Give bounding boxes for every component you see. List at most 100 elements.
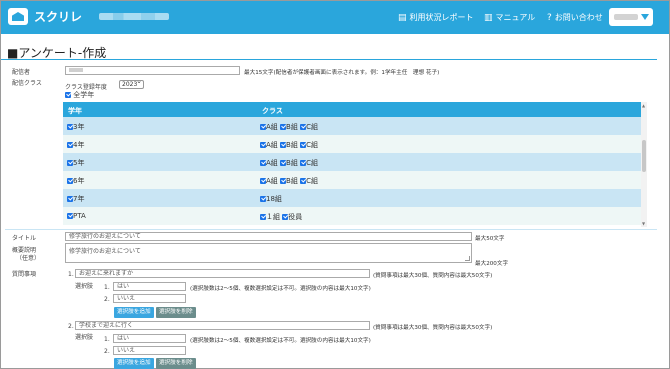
choice-input[interactable]: はい [113,334,186,343]
checkbox-checked-icon [67,160,73,166]
app-logo-text: スクリレ [34,10,83,24]
class-label: C組 [306,141,318,149]
all-grades-checkbox[interactable]: 全学年 [65,90,94,100]
add-choice-button[interactable]: 選択肢を追加 [114,307,154,318]
checkbox-checked-icon [282,214,289,220]
class-label: B組 [286,123,298,131]
nav-contact-label: お問い合わせ [554,13,603,22]
question-note: (質問事項は最大30個、質問内容は最大50文字) [373,273,493,279]
class-grid-header: 学年 クラス [63,102,647,117]
grade-label: PTA [73,212,86,220]
checkbox-checked-icon [300,142,307,148]
checkbox-checked-icon [280,124,287,130]
title-label: タイトル [12,235,37,242]
delete-choice-button[interactable]: 選択肢を削除 [156,307,196,318]
nav-manual-label: マニュアル [495,13,536,22]
question-circle-icon: ? [547,12,552,23]
desc-note: 最大200文字 [475,261,509,267]
choice-input[interactable]: いいえ [113,294,186,303]
grade-checkbox[interactable]: 6年 [67,176,84,186]
class-label: 配信クラス [12,80,42,87]
nav-usage-report[interactable]: ▤ 利用状況レポート [398,12,474,23]
section-divider [5,229,657,230]
class-year-select[interactable]: 2023 [119,78,144,89]
class-label: C組 [306,177,318,185]
title-input[interactable]: 修学旅行のお迎えについて [65,232,472,241]
app-logo[interactable]: スクリレ [8,8,82,25]
report-icon: ▤ [398,12,407,23]
class-checkboxes[interactable]: A組 B組 C組 [260,122,318,132]
choice-number: 1. [104,284,110,291]
choice-note: (選択肢数は2〜5個、複数選択設定は不可。選択肢の内容は最大10文字) [190,286,371,292]
scroll-down-icon[interactable]: ▼ [642,221,645,226]
class-checkboxes[interactable]: A組 B組 C組 [260,158,318,168]
class-label: 役員 [288,213,303,221]
scrollbar-thumb[interactable] [642,140,646,172]
grade-checkbox[interactable]: 3年 [67,122,84,132]
checkbox-checked-icon [260,196,266,202]
class-checkboxes[interactable]: A組 B組 C組 [260,140,318,150]
question-note: (質問事項は最大30個、質問内容は最大50文字) [373,325,493,331]
checkbox-checked-icon [300,178,307,184]
description-textarea[interactable]: 修学旅行のお迎えについて [65,243,472,263]
class-label: A組 [266,177,278,185]
class-label: B組 [286,141,298,149]
nav-contact[interactable]: ? お問い合わせ [547,12,603,23]
grade-checkbox[interactable]: PTA [67,212,86,220]
table-row: PTA １組 役員 [63,207,647,225]
question-number: 2. [68,323,74,330]
checkbox-checked-icon [260,142,266,148]
checkbox-checked-icon [260,124,266,130]
user-menu-button[interactable] [609,8,653,26]
class-label: C組 [306,123,318,131]
checkbox-checked-icon [280,160,287,166]
grade-label: 7年 [73,195,85,203]
checkbox-checked-icon [260,160,266,166]
school-name-blurred [99,13,169,20]
choice-note: (選択肢数は2〜5個、複数選択設定は不可。選択肢の内容は最大10文字) [190,338,371,344]
checkbox-checked-icon [67,124,73,130]
desc-optional-label: （任意） [16,255,41,262]
checkbox-checked-icon [280,178,287,184]
checkbox-checked-icon [67,178,73,184]
table-row: 4年 A組 B組 C組 [63,135,647,153]
class-year-value: 2023 [122,81,138,88]
class-label: A組 [266,141,278,149]
add-choice-button[interactable]: 選択肢を追加 [114,358,154,369]
choice-input[interactable]: はい [113,282,186,291]
checkbox-checked-icon [67,142,73,148]
class-label: 18組 [266,195,282,203]
school-logo-icon [8,8,28,25]
class-label: B組 [286,177,298,185]
question-number: 1. [68,271,74,278]
checkbox-checked-icon [280,142,287,148]
choice-number: 2. [104,296,110,303]
class-grid: 学年 クラス 3年 A組 B組 C組 4年 A組 B組 C組 5年 A組 B組 … [63,102,647,227]
scroll-up-icon[interactable]: ▲ [642,103,645,108]
class-checkboxes[interactable]: A組 B組 C組 [260,176,318,186]
class-grid-scrollbar[interactable]: ▲ ▼ [641,102,647,227]
sender-input[interactable] [65,66,240,75]
choice-input[interactable]: いいえ [113,346,186,355]
grade-checkbox[interactable]: 4年 [67,140,84,150]
grade-label: 6年 [73,177,85,185]
all-grades-label: 全学年 [73,91,95,99]
nav-manual[interactable]: ▥ マニュアル [484,12,535,23]
user-name-blurred [614,14,638,20]
checkbox-checked-icon [65,92,71,98]
book-icon: ▥ [484,12,493,23]
question-input[interactable]: お迎えに来れますか [75,269,370,278]
choice-number: 2. [104,348,110,355]
grade-checkbox[interactable]: 7年 [67,194,84,204]
grade-checkbox[interactable]: 5年 [67,158,84,168]
grade-column-header: 学年 [68,107,82,115]
nav-usage-report-label: 利用状況レポート [409,13,474,22]
question-input[interactable]: 学校まで迎えに行く [75,321,370,330]
top-header-bar: スクリレ ▤ 利用状況レポート ▥ マニュアル ? お問い合わせ [1,1,669,34]
class-label: A組 [266,159,278,167]
class-checkboxes[interactable]: １組 役員 [260,212,302,222]
delete-choice-button[interactable]: 選択肢を削除 [156,358,196,369]
checkbox-checked-icon [300,160,307,166]
checkbox-checked-icon [300,124,307,130]
class-checkboxes[interactable]: 18組 [260,194,282,204]
